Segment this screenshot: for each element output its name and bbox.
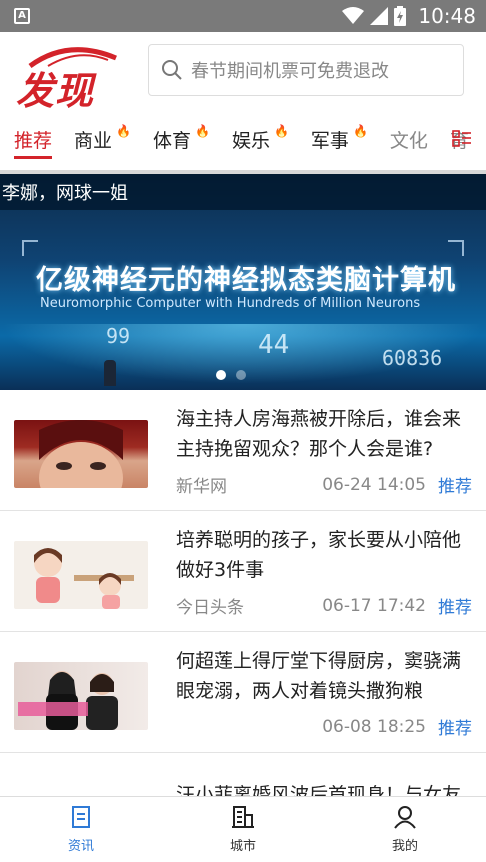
news-tag[interactable]: 推荐 (438, 593, 472, 618)
carousel-dot-active[interactable] (216, 370, 226, 380)
search-icon (162, 60, 182, 80)
news-list-item[interactable]: 何超莲上得厅堂下得厨房，窦骁满眼宠溺，两人对着镜头撒狗粮 06-08 18:25… (0, 632, 486, 753)
hot-flame-icon: 🔥 (352, 124, 368, 138)
news-list-item[interactable]: 海主持人房海燕被开除后，谁会来主持挽留观众？那个人会是谁? 新华网 06-24 … (0, 390, 486, 511)
tab-label: 军事 (310, 129, 349, 152)
news-meta: 新华网 06-24 14:05 推荐 (176, 472, 472, 498)
app-logo: 发现 (14, 40, 124, 113)
logo-text: 发现 (16, 69, 95, 113)
banner-number: 99 (106, 324, 131, 348)
news-title: 海主持人房海燕被开除后，谁会来主持挽留观众？那个人会是谁? (176, 408, 462, 460)
news-thumbnail (14, 541, 148, 609)
tab-culture[interactable]: 文化 (390, 117, 428, 161)
battery-icon (394, 6, 407, 26)
hot-flame-icon: 🔥 (195, 124, 210, 138)
news-tag[interactable]: 推荐 (438, 714, 472, 739)
tab-business[interactable]: 商业 🔥 (74, 117, 131, 161)
banner-carousel[interactable]: 李娜，网球一姐 亿级神经元的神经拟态类脑计算机 Neuromorphic Com… (0, 174, 486, 390)
status-bar: A 10:48 (0, 0, 486, 32)
city-building-icon (232, 806, 254, 828)
news-list-item[interactable]: 培养聪明的孩子，家长要从小陪他做好3件事 今日头条 06-17 17:42 推荐 (0, 511, 486, 632)
news-meta: 06-08 18:25 推荐 (176, 714, 472, 740)
carousel-dots (216, 370, 246, 380)
news-title: 何超莲上得厅堂下得厨房，窦骁满眼宠溺，两人对着镜头撒狗粮 (176, 650, 462, 702)
news-source: 今日头条 (176, 598, 244, 618)
wifi-icon (342, 7, 365, 24)
banner-corner (22, 240, 38, 256)
app-header: 发现 春节期间机票可免费退改 (0, 32, 486, 113)
banner-title: 李娜，网球一姐 (2, 183, 128, 204)
tab-label: 体育 (152, 129, 191, 152)
tab-label: 商业 (74, 129, 113, 152)
tab-label: 推荐 (14, 129, 53, 152)
hot-flame-icon: 🔥 (273, 124, 289, 138)
news-tag[interactable]: 推荐 (438, 472, 472, 497)
news-meta: 今日头条 06-17 17:42 推荐 (176, 593, 472, 619)
woman-face-icon (39, 420, 123, 488)
news-thumbnail (14, 420, 148, 488)
notification-a-icon: A (14, 8, 30, 24)
cartoon-family-icon (34, 548, 134, 609)
two-women-photo-icon (18, 671, 118, 730)
clock-time: 10:48 (418, 4, 476, 28)
tab-sports[interactable]: 体育 🔥 (153, 117, 210, 161)
banner-number: 44 (258, 330, 290, 360)
search-input[interactable]: 春节期间机票可免费退改 (148, 44, 464, 96)
nav-profile[interactable]: 我的 (324, 797, 486, 862)
news-title: 培养聪明的孩子，家长要从小陪他做好3件事 (176, 529, 462, 581)
tab-recommend[interactable]: 推荐 (14, 117, 53, 161)
banner-number: 60836 (382, 346, 443, 370)
news-icon (72, 806, 90, 828)
cell-signal-icon (370, 7, 389, 25)
banner-subtitle: Neuromorphic Computer with Hundreds of M… (40, 296, 421, 311)
bottom-nav: 资讯 城市 我的 (0, 796, 486, 862)
nav-label: 资讯 (67, 839, 94, 854)
nav-news[interactable]: 资讯 (0, 797, 162, 862)
person-icon (394, 806, 416, 829)
tab-entertainment[interactable]: 娱乐 🔥 (232, 117, 289, 161)
nav-label: 我的 (391, 839, 418, 854)
news-time: 06-24 14:05 (322, 474, 426, 495)
presenter-figure (104, 360, 116, 386)
banner-corner (448, 240, 464, 256)
banner-headline: 亿级神经元的神经拟态类脑计算机 (36, 265, 456, 296)
news-time: 06-08 18:25 (322, 716, 426, 737)
carousel-dot[interactable] (236, 370, 246, 380)
nav-label: 城市 (229, 839, 256, 854)
news-time: 06-17 17:42 (322, 595, 426, 616)
news-thumbnail (14, 662, 148, 730)
tab-military[interactable]: 军事 🔥 (311, 117, 368, 161)
tab-label: 文化 (389, 129, 428, 152)
hot-flame-icon: 🔥 (116, 124, 131, 138)
banner-title-bar: 李娜，网球一姐 (0, 174, 486, 210)
nav-city[interactable]: 城市 (162, 797, 324, 862)
search-placeholder: 春节期间机票可免费退改 (191, 61, 389, 82)
category-tabs: 推荐 商业 🔥 体育 🔥 娱乐 🔥 军事 🔥 文化 育 (0, 108, 486, 174)
tab-label: 娱乐 (231, 129, 270, 152)
channel-menu-icon[interactable] (452, 130, 472, 148)
news-source: 新华网 (176, 477, 227, 497)
